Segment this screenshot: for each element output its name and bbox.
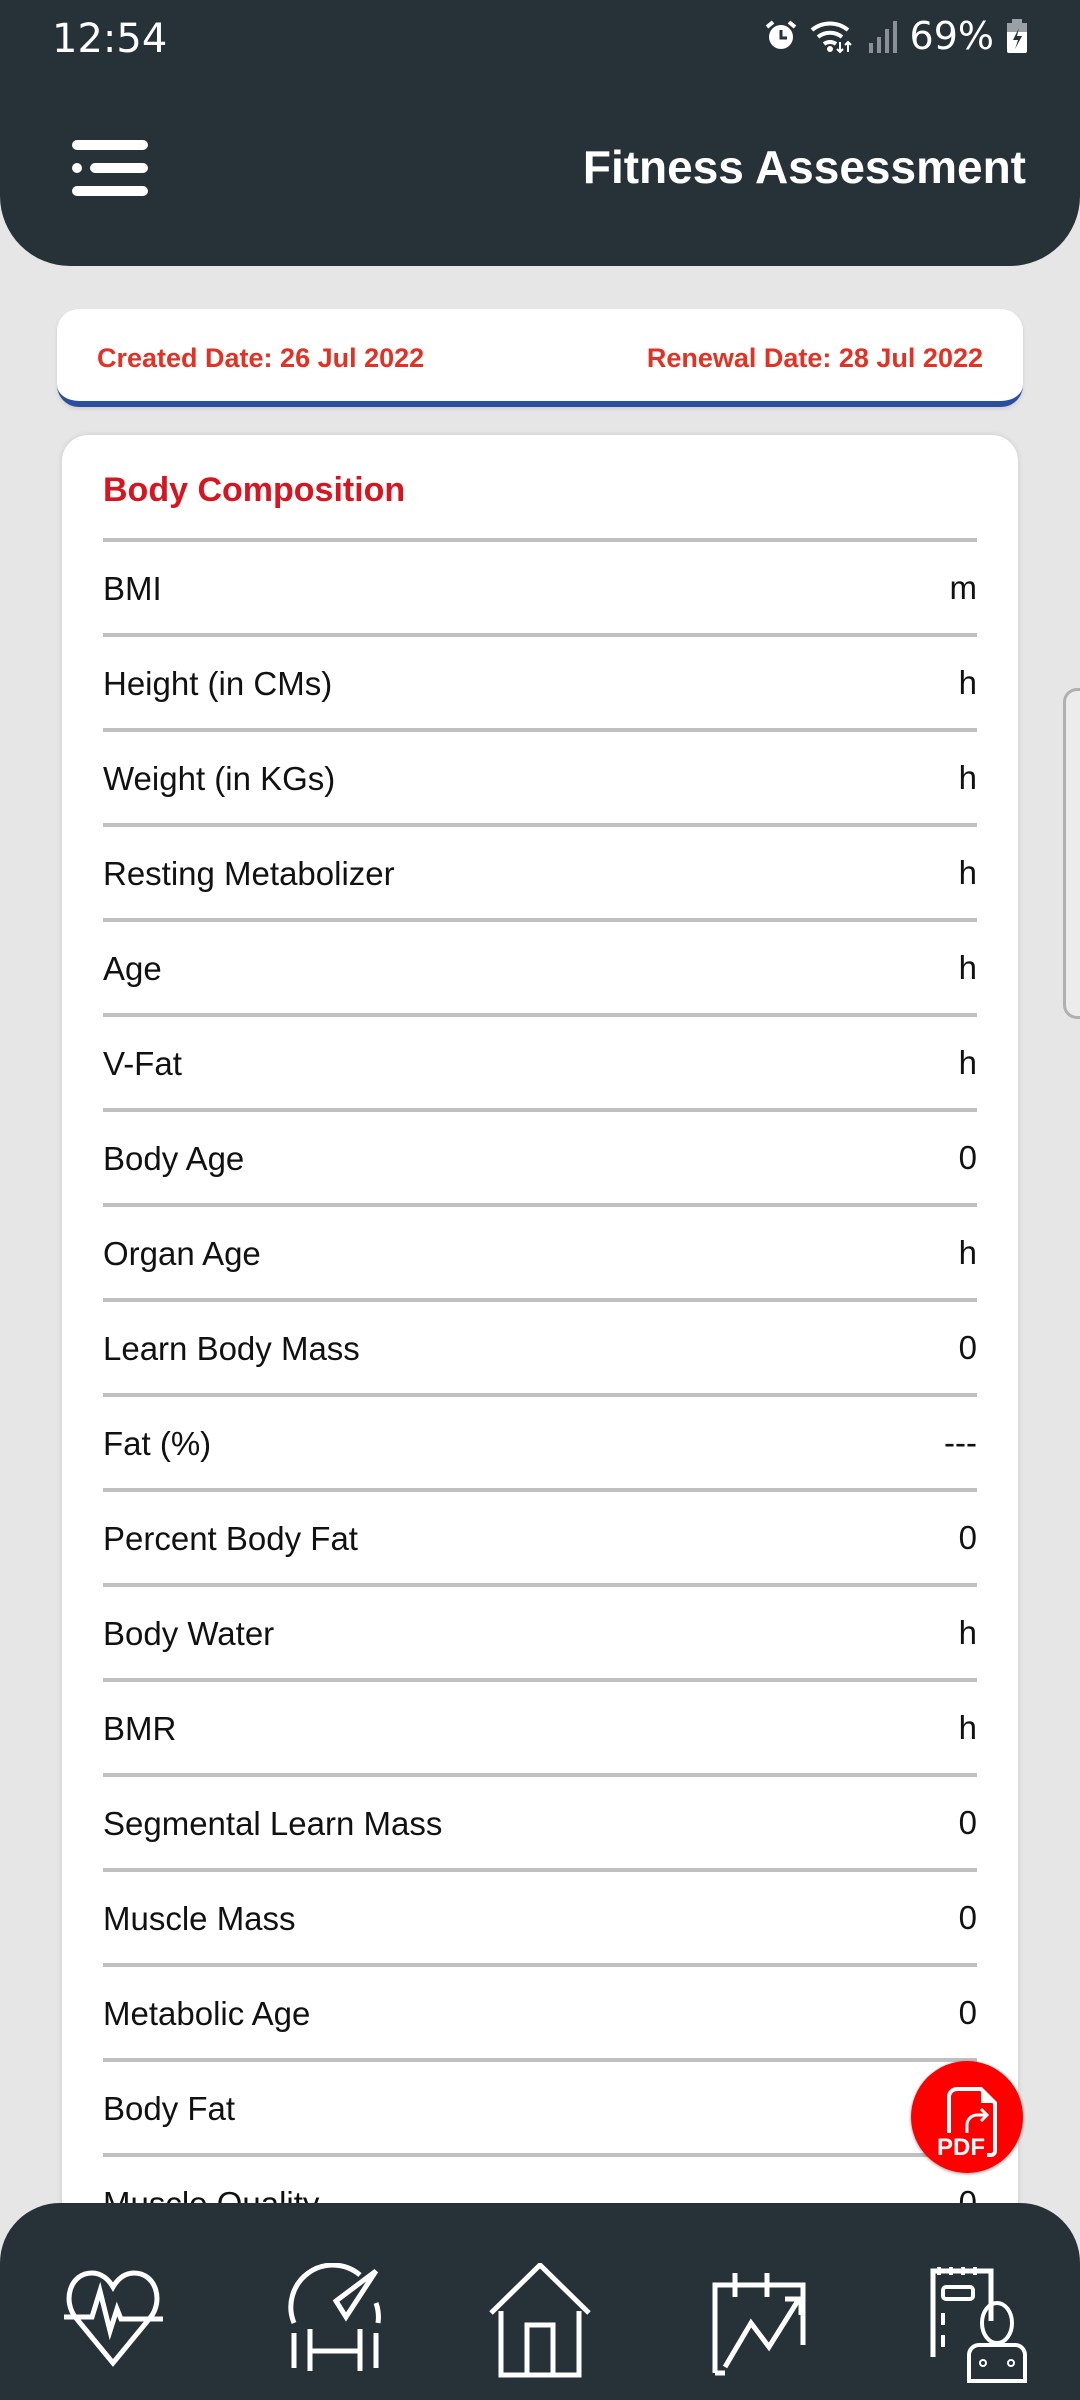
metric-value: 0 (958, 1138, 977, 1176)
nav-fitness-meter[interactable] (280, 2262, 390, 2383)
metric-row: Weight (in KGs) h (103, 728, 977, 823)
metric-row: Learn Body Mass 0 (103, 1298, 977, 1393)
metric-value: 0 (958, 1328, 977, 1366)
metric-value: 0 (958, 1518, 977, 1556)
fab-label: PDF (937, 2134, 985, 2161)
hamburger-menu-icon[interactable] (72, 140, 148, 196)
metric-row: Resting Metabolizer h (103, 823, 977, 918)
bottom-nav (0, 2203, 1080, 2400)
metric-label: Age (103, 949, 162, 987)
section-title: Body Composition (103, 471, 406, 509)
metric-row: Body Age 0 (103, 1108, 977, 1203)
metric-label: V-Fat (103, 1044, 182, 1082)
metric-label: Body Fat (103, 2089, 236, 2127)
pdf-share-icon: PDF (937, 2087, 997, 2161)
metric-value: h (958, 1613, 977, 1651)
metric-label: BMR (103, 1709, 177, 1747)
metric-label: Metabolic Age (103, 1994, 311, 2032)
nav-health[interactable] (58, 2263, 168, 2383)
heart-pulse-icon (64, 2270, 163, 2367)
metric-row: V-Fat h (103, 1013, 977, 1108)
battery-percent: 69% (909, 14, 994, 58)
metric-value: h (958, 1233, 977, 1271)
alarm-icon (765, 20, 796, 49)
metric-value: m (949, 568, 978, 606)
app-header: 12:54 69% Fitness Assessment (0, 0, 1080, 266)
metric-row: Percent Body Fat 0 (103, 1488, 977, 1583)
gauge-dumbbell-icon (288, 2262, 381, 2371)
metric-label: Height (in CMs) (103, 664, 333, 702)
page-title: Fitness Assessment (582, 141, 1026, 193)
metric-label: Learn Body Mass (103, 1329, 360, 1367)
metric-row: BMI m (103, 538, 977, 633)
metric-label: BMI (103, 569, 162, 607)
metric-label: Muscle Mass (103, 1899, 296, 1937)
trainer-clipboard-icon (930, 2267, 1027, 2383)
metric-label: Weight (in KGs) (103, 759, 336, 797)
metric-value: 0 (958, 1898, 977, 1936)
metric-row: Age h (103, 918, 977, 1013)
metric-row: Muscle Mass 0 (103, 1868, 977, 1963)
metric-row: Height (in CMs) h (103, 633, 977, 728)
metric-label: Fat (%) (103, 1424, 212, 1462)
metric-value: h (958, 663, 977, 701)
status-time: 12:54 (52, 16, 168, 62)
metric-value: h (958, 853, 977, 891)
metric-row: Fat (%) --- (103, 1393, 977, 1488)
metric-value: h (958, 1708, 977, 1746)
renewal-date: Renewal Date: 28 Jul 2022 (646, 343, 983, 373)
metric-value: h (958, 758, 977, 796)
metric-value: 0 (958, 1993, 977, 2031)
metric-row: BMR h (103, 1678, 977, 1773)
wifi-icon (810, 21, 852, 54)
metric-list: BMI m Height (in CMs) h Weight (in KGs) h Rest… (103, 538, 977, 2248)
metric-label: Body Water (103, 1614, 275, 1652)
nav-progress[interactable] (707, 2263, 817, 2383)
created-date: Created Date: 26 Jul 2022 (97, 343, 425, 373)
metric-value: h (958, 948, 977, 986)
edge-panel-handle[interactable] (1063, 688, 1080, 1019)
metric-value: 0 (958, 1803, 977, 1841)
metric-value: --- (944, 1423, 977, 1461)
status-icons: 69% (764, 14, 1028, 58)
body-composition-card: Body Composition BMI m Height (in CMs) h Wei… (62, 435, 1018, 2335)
metric-label: Body Age (103, 1139, 245, 1177)
metric-row: Body Water h (103, 1583, 977, 1678)
battery-charging-icon (1007, 19, 1027, 53)
calendar-chart-icon (712, 2273, 806, 2376)
metric-value: h (958, 1043, 977, 1081)
date-card: Created Date: 26 Jul 2022 Renewal Date: … (57, 309, 1023, 407)
pdf-share-button[interactable]: PDF (911, 2061, 1023, 2173)
home-icon (489, 2261, 591, 2378)
nav-home[interactable] (485, 2261, 595, 2383)
metric-label: Resting Metabolizer (103, 854, 395, 892)
signal-icon (868, 21, 897, 53)
metric-row: Body Fat0 (103, 2058, 977, 2153)
metric-label: Segmental Learn Mass (103, 1804, 443, 1842)
metric-label: Organ Age (103, 1234, 261, 1272)
metric-row: Segmental Learn Mass 0 (103, 1773, 977, 1868)
metric-row: Metabolic Age 0 (103, 1963, 977, 2058)
metric-label: Percent Body Fat (103, 1519, 358, 1557)
nav-trainer[interactable] (925, 2263, 1035, 2383)
metric-row: Organ Age h (103, 1203, 977, 1298)
